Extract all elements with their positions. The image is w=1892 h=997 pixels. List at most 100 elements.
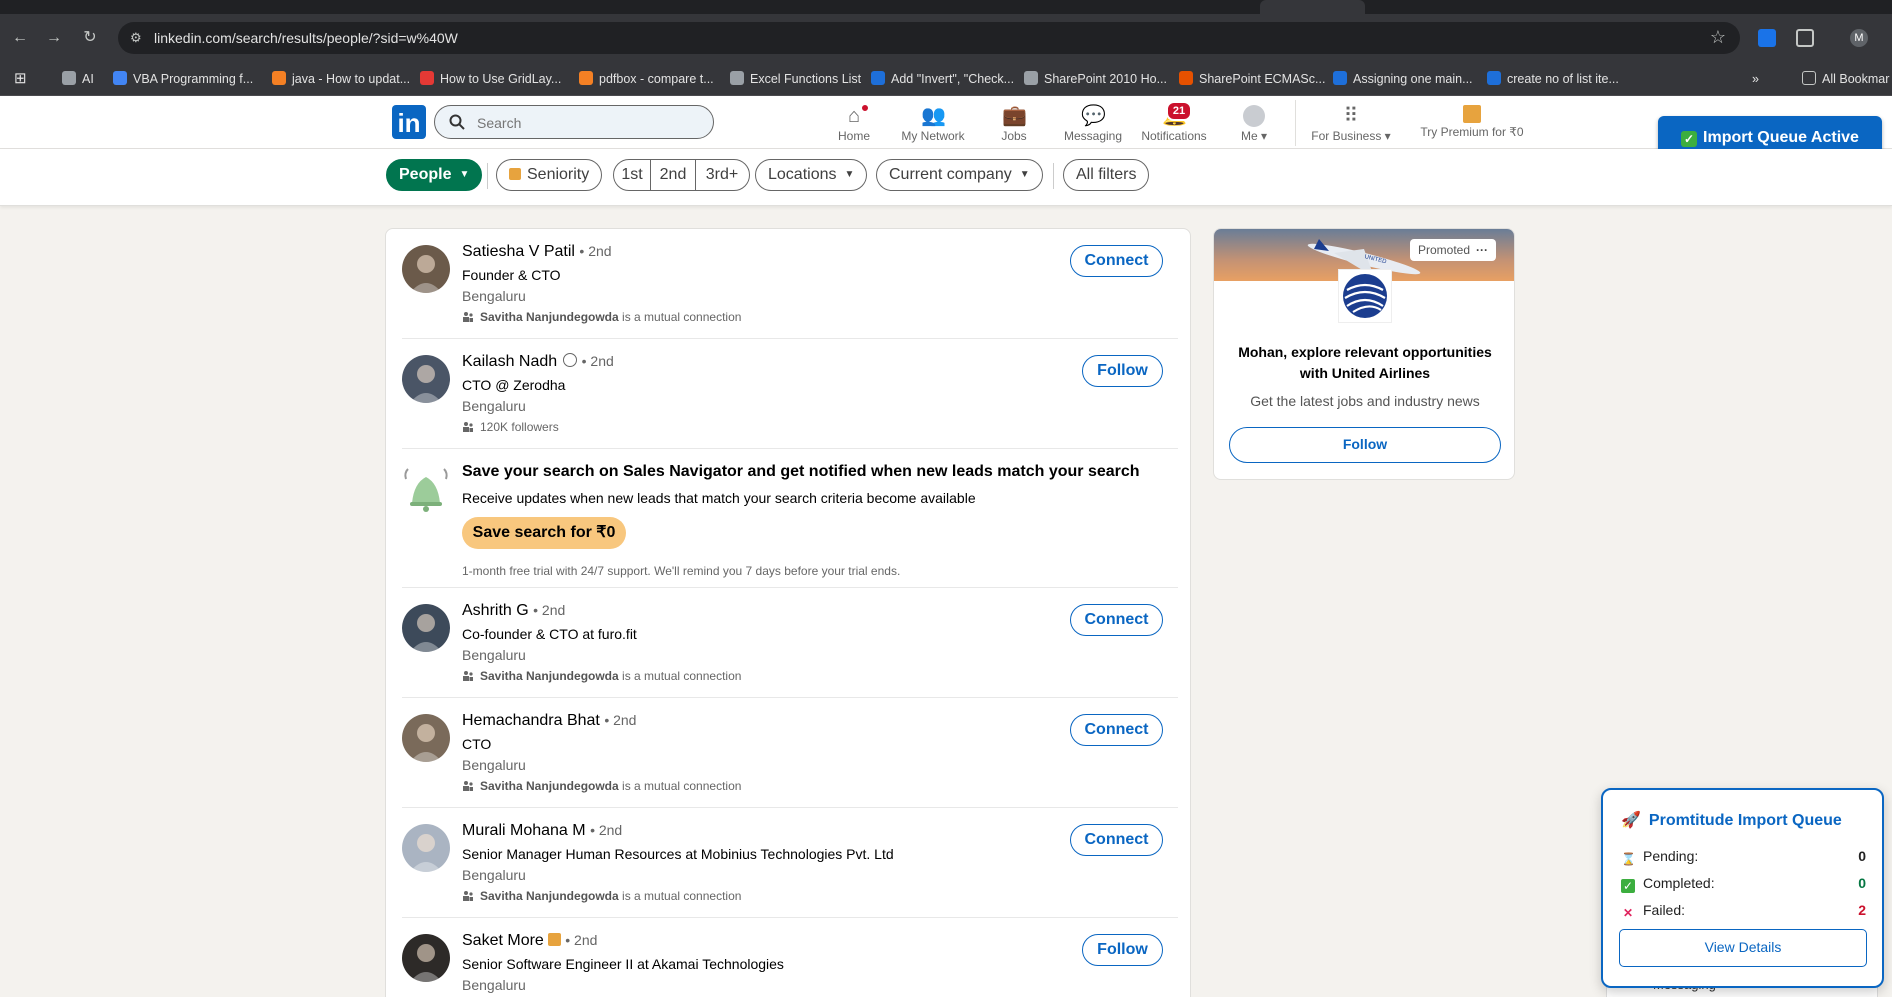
promo-follow-button[interactable]: Follow (1229, 427, 1501, 463)
promo-headline: Mohan, explore relevant opportunities wi… (1238, 344, 1492, 381)
connect-button[interactable]: Connect (1070, 245, 1163, 277)
bell-icon: 🔔21 (1162, 101, 1192, 127)
extensions-puzzle-icon[interactable] (1796, 29, 1814, 47)
united-airlines-logo[interactable] (1338, 269, 1392, 323)
avatar[interactable] (402, 245, 450, 293)
bookmark-item[interactable]: create no of list ite... (1487, 70, 1619, 88)
person-name[interactable]: Hemachandra Bhat • 2nd (462, 712, 636, 730)
search-input[interactable] (477, 113, 697, 133)
nav-item-me[interactable]: Me ▾ (1214, 101, 1294, 147)
avatar[interactable] (402, 604, 450, 652)
table-row[interactable]: Saket More • 2nd Senior Software Engineer… (386, 918, 1190, 997)
person-headline: CTO (462, 736, 492, 752)
people-icon (463, 671, 473, 681)
sales-nav-subtitle: Receive updates when new leads that matc… (462, 490, 976, 506)
mutual-connection[interactable]: Savitha Nanjundegowda is a mutual connec… (462, 889, 741, 903)
sales-nav-title: Save your search on Sales Navigator and … (462, 463, 1140, 480)
site-settings-icon[interactable]: ⚙ (130, 30, 146, 46)
person-name[interactable]: Saket More • 2nd (462, 932, 597, 950)
bookmark-item[interactable]: Add "Invert", "Check... (871, 70, 1014, 88)
bookmark-item[interactable]: Excel Functions List (730, 70, 861, 88)
mutual-connection[interactable]: Savitha Nanjundegowda is a mutual connec… (462, 779, 741, 793)
filter-locations[interactable]: Locations ▼ (755, 159, 868, 191)
apps-grid-icon[interactable]: ⊞ (14, 70, 27, 88)
connect-button[interactable]: Connect (1070, 824, 1163, 856)
table-row[interactable]: Ashrith G • 2nd Co-founder & CTO at furo.… (386, 588, 1190, 698)
follow-button[interactable]: Follow (1082, 934, 1163, 966)
nav-item-notifications[interactable]: 🔔21Notifications (1134, 101, 1214, 147)
filter-3rd[interactable]: 3rd+ (696, 160, 748, 190)
mutual-connection[interactable]: Savitha Nanjundegowda is a mutual connec… (462, 669, 741, 683)
nav-item-for[interactable]: ⠿ For Business ▾ (1306, 101, 1396, 147)
person-name[interactable]: Satiesha V Patil • 2nd (462, 243, 612, 261)
linkedin-logo[interactable]: in (392, 105, 426, 139)
save-search-button[interactable]: Save search for ₹0 (462, 517, 626, 549)
filter-current-company[interactable]: Current company ▼ (876, 159, 1043, 191)
filter-1st[interactable]: 1st (614, 160, 651, 190)
rocket-icon: 🚀 (1621, 812, 1641, 829)
table-row[interactable]: Hemachandra Bhat • 2nd CTO Bengaluru Savith… (386, 698, 1190, 808)
mutual-connection[interactable]: 120K followers (462, 420, 559, 434)
view-details-button[interactable]: View Details (1619, 929, 1867, 967)
bookmark-item[interactable]: Assigning one main... (1333, 70, 1473, 88)
more-options-icon[interactable]: ··· (1476, 243, 1488, 257)
avatar[interactable] (402, 355, 450, 403)
bookmark-favicon-icon (420, 71, 434, 85)
check-icon: ✓ (1681, 131, 1698, 147)
forward-icon[interactable]: → (44, 28, 64, 48)
bookmark-item[interactable]: pdfbox - compare t... (579, 70, 714, 88)
caret-down-icon: ▾ (1257, 129, 1268, 143)
mutual-connection[interactable]: Savitha Nanjundegowda is a mutual connec… (462, 310, 741, 324)
bookmark-item[interactable]: SharePoint 2010 Ho... (1024, 70, 1167, 88)
search-icon (449, 114, 465, 130)
reload-icon[interactable]: ↻ (80, 28, 100, 48)
nav-item-home[interactable]: ⌂ Home (814, 101, 894, 147)
address-bar[interactable]: ⚙ linkedin.com/search/results/people/?si… (118, 22, 1740, 54)
bookmark-item[interactable]: VBA Programming f... (113, 70, 253, 88)
table-row[interactable]: Kailash Nadh • 2nd CTO @ Zerodha Bengaluru… (386, 339, 1190, 449)
nav-item-my[interactable]: 👥 My Network (893, 101, 973, 147)
connect-button[interactable]: Connect (1070, 604, 1163, 636)
avatar[interactable] (402, 714, 450, 762)
bookmark-star-icon[interactable]: ☆ (1710, 27, 1726, 48)
trial-note: 1-month free trial with 24/7 support. We… (462, 564, 901, 578)
bookmark-item[interactable]: SharePoint ECMASc... (1179, 70, 1325, 88)
bookmark-item[interactable]: AI (62, 70, 94, 88)
import-queue-title: 🚀 Promtitude Import Queue (1621, 812, 1842, 829)
person-name[interactable]: Ashrith G • 2nd (462, 602, 565, 620)
browser-tab-active[interactable] (1260, 0, 1365, 14)
filter-connection-degree: 1st 2nd 3rd+ (613, 159, 750, 191)
search-box[interactable] (434, 105, 714, 139)
avatar[interactable] (402, 824, 450, 872)
bookmark-favicon-icon (62, 71, 76, 85)
profile-avatar[interactable]: M (1850, 29, 1868, 47)
filter-2nd[interactable]: 2nd (651, 160, 696, 190)
person-name[interactable]: Kailash Nadh • 2nd (462, 353, 614, 371)
person-name[interactable]: Murali Mohana M • 2nd (462, 822, 622, 840)
bookmark-item[interactable]: java - How to updat... (272, 70, 410, 88)
people-icon (463, 422, 473, 432)
back-icon[interactable]: ← (10, 28, 30, 48)
table-row[interactable]: Satiesha V Patil • 2nd Founder & CTO Benga… (386, 229, 1190, 339)
bookmark-favicon-icon (1179, 71, 1193, 85)
avatar[interactable] (402, 934, 450, 982)
follow-button[interactable]: Follow (1082, 355, 1163, 387)
nav-item-messaging[interactable]: 💬 Messaging (1053, 101, 1133, 147)
person-headline: Senior Software Engineer II at Akamai Te… (462, 956, 784, 972)
failed-count: 2 (1858, 902, 1866, 918)
premium-icon (1463, 105, 1481, 123)
extension-icon[interactable] (1758, 29, 1776, 47)
nav-item-try[interactable]: Try Premium for ₹0 (1417, 101, 1527, 147)
import-queue-panel: 🚀 Promtitude Import Queue ⌛ Pending: 0 ✓ Com… (1601, 788, 1884, 988)
caret-down-icon: ▼ (1019, 169, 1030, 180)
table-row[interactable]: Murali Mohana M • 2nd Senior Manager Huma… (386, 808, 1190, 918)
filter-seniority[interactable]: Seniority (496, 159, 603, 191)
filter-all[interactable]: All filters (1063, 159, 1150, 191)
nav-item-jobs[interactable]: 💼 Jobs (974, 101, 1054, 147)
filter-divider (1053, 163, 1054, 189)
bookmarks-overflow-icon[interactable]: » (1752, 70, 1759, 88)
bookmark-item[interactable]: How to Use GridLay... (420, 70, 561, 88)
all-bookmarks[interactable]: All Bookmar (1802, 70, 1889, 88)
filter-people[interactable]: People ▼ (386, 159, 483, 191)
connect-button[interactable]: Connect (1070, 714, 1163, 746)
